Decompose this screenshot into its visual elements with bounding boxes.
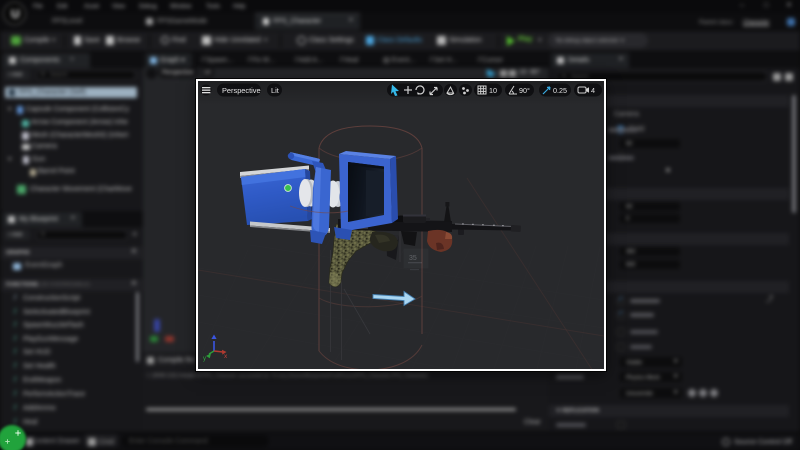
svg-text:35: 35 — [409, 255, 417, 262]
svg-text:Perspective: Perspective — [222, 86, 261, 95]
svg-text:10: 10 — [489, 86, 497, 95]
svg-text:90°: 90° — [519, 86, 530, 95]
svg-text:y: y — [203, 356, 206, 362]
svg-text:Lit: Lit — [271, 86, 279, 95]
svg-text:4: 4 — [591, 86, 595, 95]
svg-text:0.25: 0.25 — [553, 86, 567, 95]
